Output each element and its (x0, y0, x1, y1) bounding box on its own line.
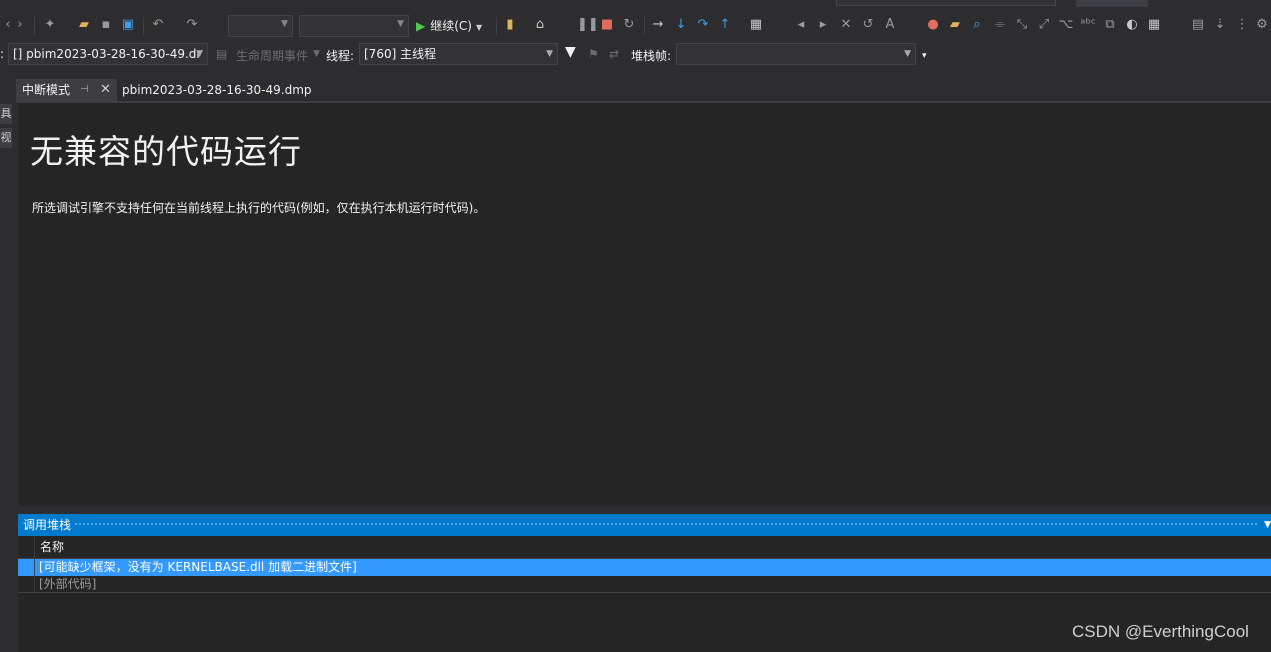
diagnostics-icon[interactable]: ● (925, 17, 941, 33)
tab-break-mode[interactable]: 中断模式 ⊣ ✕ (16, 79, 117, 101)
document-tab-well: 中断模式 ⊣ ✕ pbim2023-03-28-16-30-49.dmp (16, 79, 1271, 101)
frame-name: [外部代码] (39, 577, 97, 591)
pin-icon[interactable]: ⊣ (80, 79, 89, 101)
delete-icon[interactable]: ✕ (838, 17, 854, 33)
browser-link-icon[interactable]: ⌂ (532, 17, 548, 33)
forward-icon[interactable]: › (12, 17, 28, 33)
tab-label: 中断模式 (22, 83, 71, 97)
column-header-name[interactable]: 名称 (18, 536, 1271, 559)
toolbar-separator (34, 17, 35, 35)
column-name-label: 名称 (40, 540, 65, 554)
thread-value: [760] 主线程 (364, 47, 437, 61)
show-next-statement-icon[interactable]: → (650, 17, 666, 33)
stop-icon[interactable]: ■ (599, 17, 615, 33)
play-icon: ▶ (416, 19, 426, 33)
break-all-icon[interactable]: ❚❚ (577, 17, 599, 33)
continue-label: 继续(C) (430, 19, 472, 33)
view-tab[interactable]: 视 (0, 128, 12, 148)
collapse-icon[interactable]: ⤡ (1014, 17, 1030, 33)
stack-icon[interactable]: ▤ (1190, 17, 1206, 33)
thread-label: 线程: (326, 49, 355, 63)
configuration-dropdown[interactable]: ▼ (228, 15, 293, 37)
expand-icon[interactable]: ⤢ (1036, 17, 1052, 33)
step-over-icon[interactable]: ↷ (695, 17, 711, 33)
platform-dropdown[interactable]: ▼ (299, 15, 409, 37)
process-value: [] pbim2023-03-28-16-30-49.dr (13, 47, 202, 61)
chevron-down-icon[interactable]: ▼ (476, 23, 482, 32)
frame-name: [可能缺少框架，没有为 KERNELBASE.dll 加载二进制文件] (39, 560, 357, 574)
tab-dump-file[interactable]: pbim2023-03-28-16-30-49.dmp (116, 79, 312, 101)
format-icon[interactable]: ⌯ (992, 17, 1008, 33)
page-title: 无兼容的代码运行 (30, 132, 302, 171)
toggle-icon[interactable]: ◐ (1124, 17, 1140, 33)
description-text: 所选调试引擎不支持任何在当前线程上执行的代码(例如，仅在执行本机运行时代码)。 (32, 201, 486, 215)
save-icon[interactable]: ▪ (98, 17, 114, 33)
call-stack-title: 调用堆栈 (23, 518, 72, 532)
thread-dropdown[interactable]: [760] 主线程 ▼ (359, 43, 558, 65)
break-mode-document: 无兼容的代码运行 所选调试引擎不支持任何在当前线程上执行的代码(例如，仅在执行本… (18, 103, 1271, 506)
table-row[interactable]: [可能缺少框架，没有为 KERNELBASE.dll 加载二进制文件] (18, 559, 1271, 576)
toolbar-separator (644, 17, 645, 35)
restart-icon[interactable]: ↻ (621, 17, 637, 33)
table-row[interactable]: [外部代码] (18, 576, 1271, 593)
toolbar-separator (496, 17, 497, 35)
refresh-icon[interactable]: ↺ (860, 17, 876, 33)
chevron-down-icon: ▼ (546, 49, 553, 59)
toolbox-tab[interactable]: 具 (0, 104, 12, 124)
call-stack-title-bar[interactable]: 调用堆栈 ▼ (18, 514, 1271, 536)
settings-icon[interactable]: ⚙ (1254, 17, 1270, 33)
left-tool-strip: 具 视 (0, 80, 14, 652)
grid-icon[interactable]: ▦ (1146, 17, 1162, 33)
save-all-icon[interactable]: ▣ (120, 17, 136, 33)
breakpoint-gutter (18, 536, 35, 593)
lifecycle-events-button[interactable]: 生命周期事件 (236, 47, 308, 64)
undo-icon[interactable]: ↶ (150, 17, 166, 33)
folder-icon[interactable]: ▰ (947, 17, 963, 33)
open-file-icon[interactable]: ▰ (76, 17, 92, 33)
lifecycle-icon: ▤ (216, 47, 228, 61)
tab-label: pbim2023-03-28-16-30-49.dmp (122, 83, 312, 97)
pin-icon[interactable]: ⇣ (1212, 17, 1228, 33)
toolbar-options-icon[interactable]: ▾ (922, 51, 927, 61)
arrange-icon[interactable]: ⋮ (1234, 17, 1250, 33)
comment-icon[interactable]: ⌥ (1058, 17, 1074, 33)
chevron-down-icon: ▼ (196, 49, 203, 59)
stackframe-dropdown[interactable]: ▼ (676, 43, 916, 65)
redo-icon[interactable]: ↷ (184, 17, 200, 33)
process-icon[interactable]: ▮ (502, 17, 518, 33)
hex-display-icon[interactable]: ▦ (748, 17, 764, 33)
watermark: CSDN @EverthingCool (1072, 622, 1249, 641)
flag-thread-icon[interactable]: ⚑ (588, 47, 599, 61)
toolbar-separator (143, 17, 144, 35)
new-project-icon[interactable]: ✦ (42, 17, 58, 33)
find-icon[interactable]: ⌕ (969, 17, 985, 33)
stackframe-label: 堆栈帧: (631, 49, 672, 63)
standard-toolbar: ‹ › ✦ ▰ ▪ ▣ ↶ ↷ ▼ ▼ ▶ 继续(C) ▼ ▮ ⌂ ❚❚ ■ ↻ →… (0, 11, 1271, 41)
solution-name-badge[interactable] (1076, 0, 1148, 7)
process-dropdown[interactable]: [] pbim2023-03-28-16-30-49.dr ▼ (8, 43, 208, 65)
toggle-flag-icon[interactable]: ⇄ (609, 47, 619, 61)
step-out-icon[interactable]: ↑ (717, 17, 733, 33)
abc-icon[interactable]: ᵃᵇᶜ (1080, 17, 1096, 33)
title-grip (74, 522, 1259, 527)
chevron-down-icon[interactable]: ▼ (313, 49, 320, 59)
chevron-down-icon: ▼ (904, 49, 911, 59)
nav-forward-icon[interactable]: ▸ (815, 17, 831, 33)
quick-launch-search[interactable] (836, 0, 1056, 6)
window-icon[interactable]: ⧉ (1102, 17, 1118, 33)
chevron-down-icon[interactable]: ▼ (1264, 514, 1271, 536)
menu-bar (0, 0, 1271, 8)
continue-button[interactable]: ▶ 继续(C) ▼ (416, 16, 494, 36)
filter-icon[interactable]: ▼ (565, 44, 576, 60)
font-icon[interactable]: A (882, 17, 898, 33)
process-label-fragment: : (0, 47, 5, 61)
step-into-icon[interactable]: ↓ (673, 17, 689, 33)
close-icon[interactable]: ✕ (100, 79, 111, 101)
nav-back-icon[interactable]: ◂ (793, 17, 809, 33)
debug-location-toolbar: : [] pbim2023-03-28-16-30-49.dr ▼ ▤ 生命周期… (0, 41, 1271, 67)
